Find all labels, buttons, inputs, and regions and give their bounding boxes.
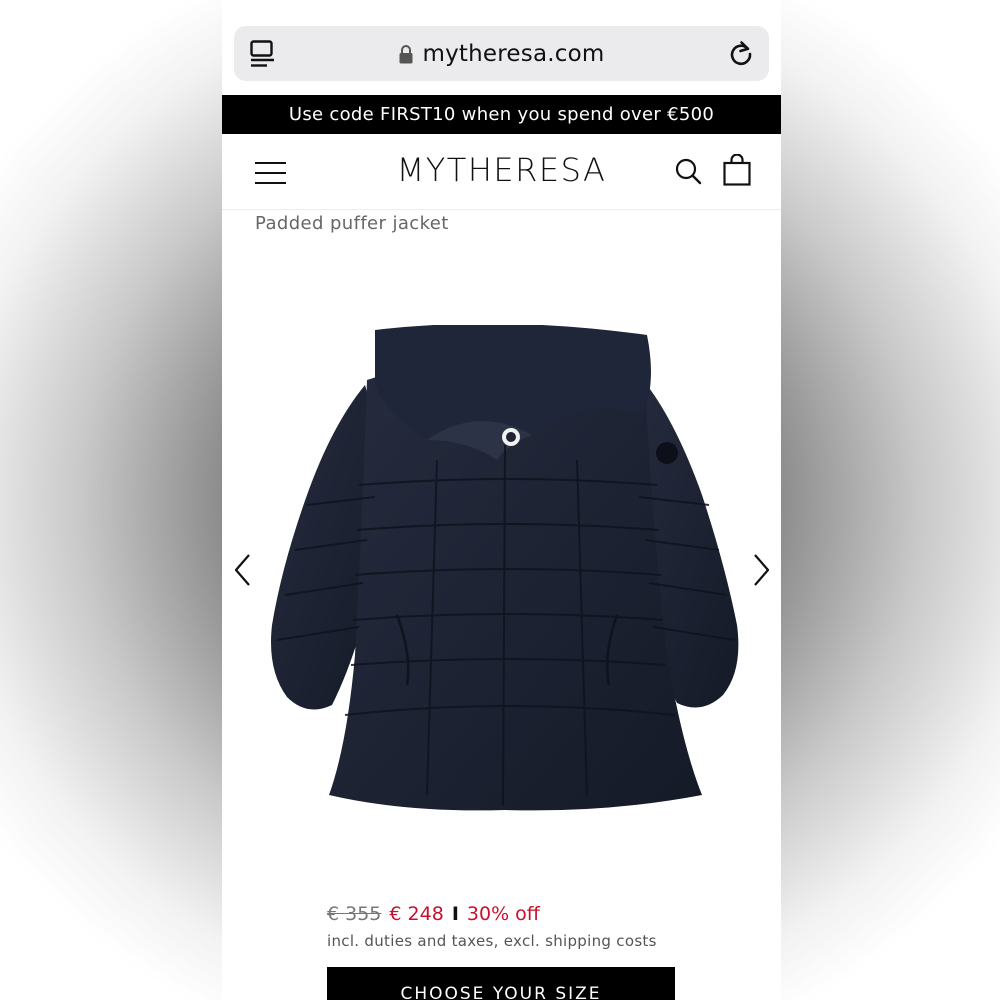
price-original: € 355 [327,903,382,925]
shopping-bag-icon[interactable] [723,154,751,186]
promo-banner[interactable]: Use code FIRST10 when you spend over €50… [222,95,781,134]
tax-note: incl. duties and taxes, excl. shipping c… [327,932,657,950]
site-header: MYTHERESA [222,134,781,210]
discount-label: 30% off [466,903,540,925]
product-gallery[interactable] [222,240,781,880]
phone-screen: mytheresa.com Use code FIRST10 when you … [222,0,781,1000]
promo-text: Use code FIRST10 when you spend over €50… [288,104,715,125]
url-display[interactable]: mytheresa.com [234,26,769,81]
browser-address-bar[interactable]: mytheresa.com [234,26,769,81]
product-image[interactable] [247,325,762,815]
choose-size-button[interactable]: CHOOSE YOUR SIZE [327,967,675,1000]
product-title: Padded puffer jacket [255,213,449,234]
lock-icon [399,44,412,63]
reload-icon[interactable] [727,39,755,67]
url-text: mytheresa.com [422,40,605,67]
price-row: € 355 € 248 I 30% off [327,903,540,925]
price-sale: € 248 [389,903,444,925]
search-icon[interactable] [674,157,702,185]
price-separator: I [451,903,459,925]
